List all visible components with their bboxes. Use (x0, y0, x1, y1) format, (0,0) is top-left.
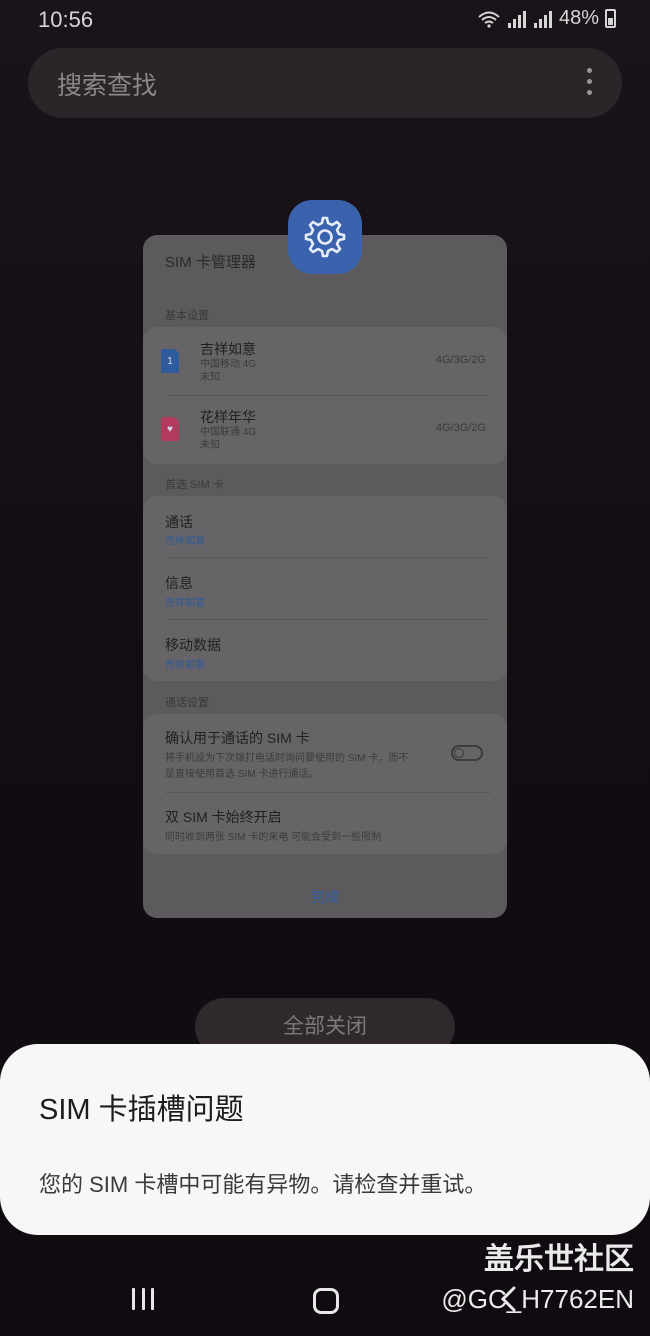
sim-carrier: 中国联通 4G (200, 427, 257, 438)
row-title: 通话 (165, 514, 193, 530)
settings-gear-icon[interactable] (288, 200, 362, 274)
row-desc: 将手机设为下次拨打电话时询问要使用的 SIM 卡，而不 (165, 753, 409, 764)
sim-name: 吉祥如意 (200, 341, 256, 357)
sim-name: 花样年华 (200, 409, 256, 425)
app-title: SIM 卡管理器 (165, 254, 256, 271)
alert-title: SIM 卡插槽问题 (39, 1094, 244, 1126)
wifi-icon (478, 11, 500, 28)
sim-list: 1 吉祥如意 中国移动 4G 未知 4G/3G/2G ♥ 花样年华 中国联通 4… (143, 327, 507, 464)
row-value: 吉祥如意 (165, 536, 205, 547)
sim-network: 4G/3G/2G (435, 422, 486, 434)
row-title: 确认用于通话的 SIM 卡 (165, 730, 310, 746)
status-bar: 10:56 48% (0, 0, 650, 42)
sim-card-icon: 1 (161, 349, 179, 373)
row-title: 信息 (165, 575, 193, 591)
preferred-list: 通话 吉祥如意 信息 吉祥如意 移动数据 吉祥如意 (143, 496, 507, 681)
confirm-sim-toggle[interactable] (451, 745, 483, 761)
row-desc: 同时收到两张 SIM 卡的来电 可能会受到一些限制 (165, 832, 382, 843)
sim-network: 4G/3G/2G (435, 354, 486, 366)
sim-status: 未知 (200, 440, 220, 451)
sim-status: 未知 (200, 372, 220, 383)
status-icons: 48% (477, 7, 616, 30)
confirm-sim-row[interactable]: 确认用于通话的 SIM 卡 将手机设为下次拨打电话时询问要使用的 SIM 卡，而… (143, 714, 507, 792)
signal-icon (507, 10, 526, 28)
section-call-settings: 通话设置 (165, 697, 209, 709)
home-icon[interactable] (313, 1288, 339, 1314)
sim-slot-alert[interactable]: SIM 卡插槽问题 您的 SIM 卡槽中可能有异物。请检查并重试。 (0, 1044, 650, 1235)
watermark-title: 盖乐世社区 (484, 1243, 634, 1276)
section-basic: 基本设置 (165, 310, 209, 322)
row-value: 吉祥如意 (165, 598, 205, 609)
row-desc: 是直接使用首选 SIM 卡进行通话。 (165, 769, 319, 780)
recent-app-card[interactable]: SIM 卡管理器 基本设置 1 吉祥如意 中国移动 4G 未知 4G/3G/2G… (143, 235, 507, 918)
sim-item-1[interactable]: 1 吉祥如意 中国移动 4G 未知 4G/3G/2G (143, 327, 507, 395)
battery-icon (605, 9, 616, 28)
sim-card-icon: ♥ (161, 417, 179, 441)
preferred-data[interactable]: 移动数据 吉祥如意 (143, 620, 507, 681)
recents-icon[interactable] (132, 1288, 154, 1310)
call-settings-list: 确认用于通话的 SIM 卡 将手机设为下次拨打电话时询问要使用的 SIM 卡，而… (143, 714, 507, 854)
watermark-handle: @GC_H7762EN (441, 1284, 634, 1314)
row-title: 双 SIM 卡始终开启 (165, 809, 282, 825)
preferred-message[interactable]: 信息 吉祥如意 (143, 558, 507, 619)
sim-item-2[interactable]: ♥ 花样年华 中国联通 4G 未知 4G/3G/2G (143, 396, 507, 464)
status-time: 10:56 (38, 7, 94, 32)
preferred-call[interactable]: 通话 吉祥如意 (143, 496, 507, 557)
sim-carrier: 中国移动 4G (200, 359, 257, 370)
section-preferred: 首选 SIM 卡 (165, 479, 224, 491)
alert-message: 您的 SIM 卡槽中可能有异物。请检查并重试。 (39, 1172, 487, 1197)
done-button[interactable]: 完成 (143, 887, 507, 907)
search-bar[interactable]: 搜索查找 (28, 48, 622, 118)
more-vert-icon[interactable] (584, 68, 594, 98)
battery-percent: 48% (558, 7, 599, 29)
row-title: 移动数据 (165, 637, 221, 653)
search-placeholder: 搜索查找 (57, 72, 158, 100)
signal-icon (533, 10, 552, 28)
row-value: 吉祥如意 (165, 660, 205, 671)
screen: 10:56 48% 搜索查找 SIM 卡管理器 基本设置 1 吉祥如意 中国移动… (0, 0, 650, 1336)
dual-sim-row[interactable]: 双 SIM 卡始终开启 同时收到两张 SIM 卡的来电 可能会受到一些限制 (143, 793, 507, 854)
